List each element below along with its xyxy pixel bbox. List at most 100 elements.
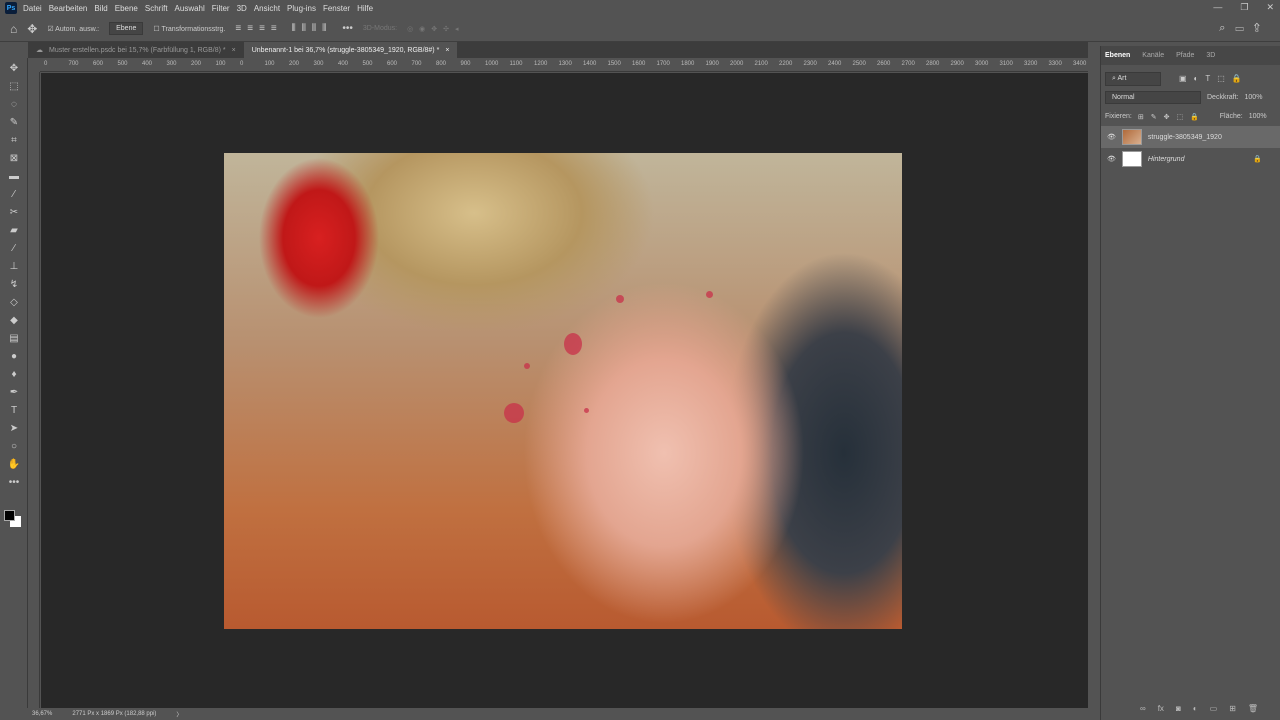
workspace-icons[interactable]: ⌕▭⇪ — [1219, 22, 1270, 35]
tab-unbenannt[interactable]: Unbenannt-1 bei 36,7% (struggle-3805349_… — [243, 42, 458, 58]
tab-pfade[interactable]: Pfade — [1176, 52, 1194, 59]
stamp-tool-icon[interactable]: ⊥ — [6, 260, 22, 274]
new-layer-icon[interactable]: ⊞ — [1229, 704, 1236, 713]
adjustment-icon[interactable]: ◐ — [1193, 704, 1198, 713]
minimize-icon[interactable]: — — [1213, 2, 1222, 13]
more-tools-icon[interactable]: ••• — [6, 476, 22, 490]
marquee-tool-icon[interactable]: ⬚ — [6, 80, 22, 94]
auto-select-label: Autom. ausw.: — [55, 25, 100, 33]
folder-icon[interactable]: ▭ — [1210, 704, 1218, 713]
menu-bild[interactable]: Bild — [94, 4, 107, 13]
layer-row-struggle[interactable]: 👁 struggle-3805349_1920 — [1101, 126, 1280, 148]
ruler-tick-label: 3000 — [975, 61, 989, 67]
gradient-tool-icon[interactable]: ▤ — [6, 332, 22, 346]
close-tab-icon[interactable]: × — [232, 47, 236, 54]
transform-checkbox[interactable]: ☐ Transformationsstrg. — [153, 25, 225, 33]
tab-label: Muster erstellen.psdc bei 15,7% (Farbfül… — [49, 46, 226, 54]
ruler-tick-label: 300 — [313, 61, 324, 67]
move-tool-icon[interactable]: ✥ — [27, 22, 37, 36]
lasso-tool-icon[interactable]: ◌ — [6, 98, 22, 112]
eyedropper-tool-icon[interactable]: ⁄ — [6, 188, 22, 202]
panel-tabs: Ebenen Kanäle Pfade 3D — [1101, 46, 1280, 65]
visibility-eye-icon[interactable]: 👁 — [1107, 133, 1116, 141]
trash-icon[interactable]: 🗑 — [1248, 704, 1258, 713]
layer-actions: ∞ fx ◙ ◐ ▭ ⊞ 🗑 — [1140, 704, 1258, 713]
blur-tool-icon[interactable]: ● — [6, 350, 22, 364]
horizontal-ruler: 0 700 600 500 400 300 200 100 0 100 200 300 400 500 60… — [40, 58, 1088, 72]
ruler-tick-label: 2800 — [926, 61, 940, 67]
vertical-ruler — [28, 72, 40, 708]
transform-label: Transformationsstrg. — [161, 25, 226, 33]
filter-icons[interactable]: ▣◐T⬚🔒 — [1179, 74, 1249, 83]
close-icon[interactable]: ✕ — [1266, 2, 1274, 13]
quick-select-tool-icon[interactable]: ✎ — [6, 116, 22, 130]
menu-ansicht[interactable]: Ansicht — [254, 4, 280, 13]
layer-name: struggle-3805349_1920 — [1147, 133, 1222, 141]
blend-mode-dropdown[interactable]: Normal — [1105, 91, 1201, 104]
lock-icons[interactable]: ⊞✎✥⬚🔒 — [1138, 113, 1206, 121]
tab-label: Unbenannt-1 bei 36,7% (struggle-3805349_… — [251, 46, 440, 54]
menu-fenster[interactable]: Fenster — [323, 4, 350, 13]
crop-tool-icon[interactable]: ⌗ — [6, 134, 22, 148]
menu-ebene[interactable]: Ebene — [115, 4, 138, 13]
restore-icon[interactable]: ❐ — [1240, 2, 1248, 13]
layer-select-dropdown[interactable]: Ebene — [109, 22, 144, 35]
fx-icon[interactable]: fx — [1158, 704, 1164, 713]
history-brush-icon[interactable]: ↯ — [6, 278, 22, 292]
opacity-input[interactable]: 100% — [1245, 94, 1263, 101]
zoom-level[interactable]: 36,67% — [32, 711, 52, 717]
layer-thumbnail — [1121, 129, 1142, 145]
healing-tool-icon[interactable]: ✂ — [6, 206, 22, 220]
visibility-eye-icon[interactable]: 👁 — [1107, 155, 1116, 163]
frame-tool-icon[interactable]: ⊠ — [6, 152, 22, 166]
3d-tool-icons[interactable]: ◎◉✥✣◂ — [407, 25, 464, 33]
ruler-tick-label: 3200 — [1024, 61, 1038, 67]
brush-tool-icon[interactable]: ∕ — [6, 242, 22, 256]
layer-filter-dropdown[interactable]: ⌕ Art — [1105, 71, 1161, 86]
ruler-tick-label: 3300 — [1048, 61, 1062, 67]
path-select-icon[interactable]: ➤ — [6, 422, 22, 436]
tab-kanaele[interactable]: Kanäle — [1142, 52, 1164, 59]
menu-bearbeiten[interactable]: Bearbeiten — [49, 4, 88, 13]
menu-plugins[interactable]: Plug-ins — [287, 4, 316, 13]
menu-datei[interactable]: Datei — [23, 4, 42, 13]
more-options-button[interactable]: ••• — [342, 23, 353, 34]
ruler-tick-label: 2600 — [877, 61, 891, 67]
close-tab-icon[interactable]: × — [445, 47, 449, 54]
ruler-tool-icon[interactable]: ▬ — [6, 170, 22, 184]
auto-select-checkbox[interactable]: ☑ Autom. ausw.: — [47, 25, 99, 33]
tab-ebenen[interactable]: Ebenen — [1105, 52, 1130, 59]
hand-tool-icon[interactable]: ✋ — [6, 458, 22, 472]
link-icon[interactable]: ∞ — [1140, 704, 1146, 713]
status-arrow[interactable]: 〉 — [176, 710, 182, 719]
layers-panel: Ebenen Kanäle Pfade 3D ⌕ Art ▣◐T⬚🔒 Norma… — [1100, 46, 1280, 720]
ruler-tick-label: 200 — [289, 61, 300, 67]
bandage-tool-icon[interactable]: ▰ — [6, 224, 22, 238]
home-icon[interactable]: ⌂ — [10, 22, 17, 36]
tab-muster[interactable]: ☁ Muster erstellen.psdc bei 15,7% (Farbfü… — [28, 42, 244, 58]
bucket-tool-icon[interactable]: ◆ — [6, 314, 22, 328]
menu-hilfe[interactable]: Hilfe — [357, 4, 373, 13]
type-tool-icon[interactable]: T — [6, 404, 22, 418]
ruler-tick-label: 1700 — [656, 61, 670, 67]
pen-tool-icon[interactable]: ✒ — [6, 386, 22, 400]
foreground-color-swatch[interactable] — [4, 510, 15, 521]
fill-input[interactable]: 100% — [1249, 113, 1267, 120]
menu-3d[interactable]: 3D — [237, 4, 247, 13]
ruler-tick-label: 2500 — [852, 61, 866, 67]
document-image[interactable] — [224, 153, 902, 629]
mask-icon[interactable]: ◙ — [1176, 704, 1181, 713]
align-icons[interactable]: ≡≡≡≡ ⫴⫴⫴⫴ — [235, 23, 332, 34]
dodge-tool-icon[interactable]: ♦ — [6, 368, 22, 382]
layer-row-hintergrund[interactable]: 👁 Hintergrund 🔒 — [1101, 148, 1280, 170]
3d-mode-label: 3D-Modus: — [362, 25, 398, 32]
eraser-tool-icon[interactable]: ◇ — [6, 296, 22, 310]
menu-filter[interactable]: Filter — [212, 4, 230, 13]
shape-tool-icon[interactable]: ○ — [6, 440, 22, 454]
move-tool-icon[interactable]: ✥ — [6, 62, 22, 76]
tab-3d[interactable]: 3D — [1206, 52, 1215, 59]
menu-schrift[interactable]: Schrift — [145, 4, 168, 13]
lock-icon: 🔒 — [1253, 156, 1262, 163]
ruler-tick-label: 300 — [166, 61, 177, 67]
menu-auswahl[interactable]: Auswahl — [175, 4, 205, 13]
